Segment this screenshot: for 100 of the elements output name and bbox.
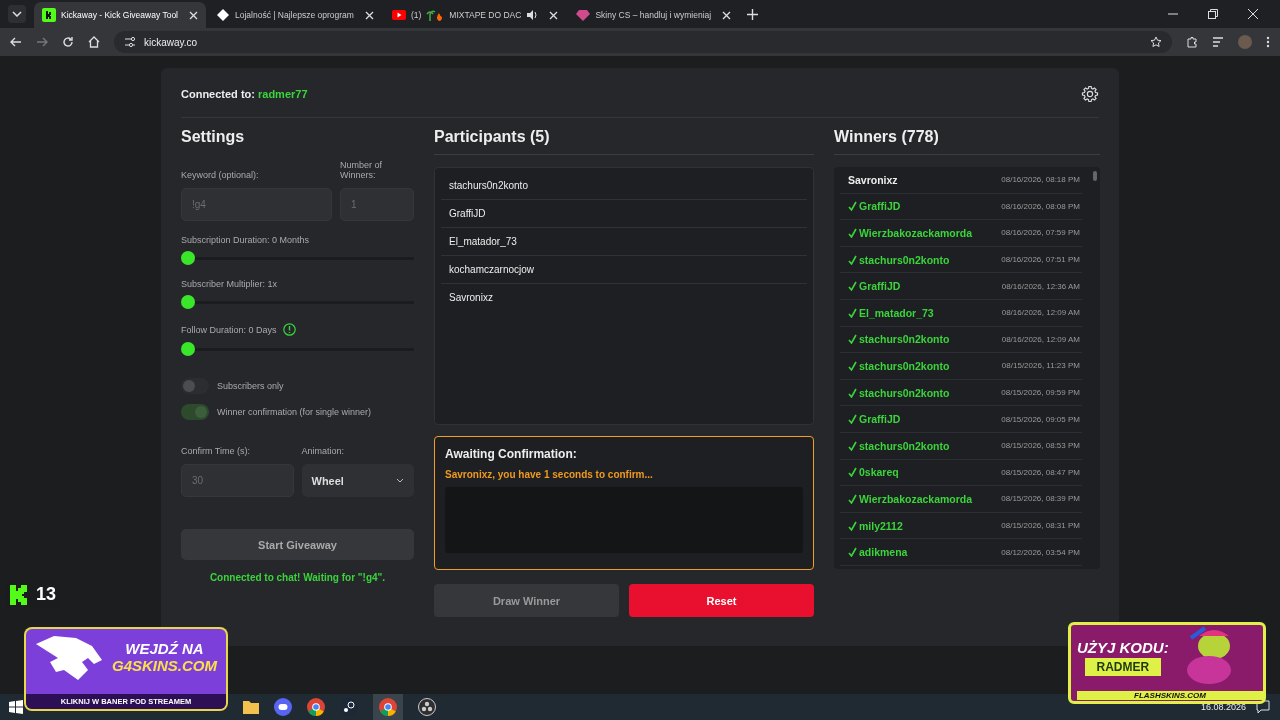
start-giveaway-button[interactable]: Start Giveaway (181, 529, 414, 560)
speaker-icon[interactable] (526, 9, 539, 21)
browser-tab[interactable]: Skiny CS – handluj i wymieniaj (568, 2, 740, 28)
slider-thumb[interactable] (181, 251, 195, 265)
confirm-time-label: Confirm Time (s): (181, 446, 251, 456)
winner-name: stachurs0n2konto (848, 359, 950, 372)
toggle-switch[interactable] (181, 378, 209, 394)
chat-status-text: Connected to chat! Waiting for "!g4". (208, 572, 387, 583)
promo-code: RADMER (1084, 657, 1162, 676)
participant-name: El_matador_73 (441, 228, 807, 256)
keyword-field[interactable]: !g4 (181, 188, 332, 221)
win-timestamp: 08/15/2026, 09:59 PM (1001, 388, 1080, 398)
tab-count-label: (1) (410, 10, 422, 20)
toggle-label: Subscribers only (217, 381, 284, 391)
windows-start-icon[interactable] (9, 700, 23, 714)
winner-name: adikmena (848, 546, 908, 559)
more-icon[interactable] (1266, 36, 1270, 48)
slider-label: Subscription Duration: 0 Months (181, 235, 310, 245)
browser-tab[interactable]: (1) MIXTAPE DO DAC (383, 2, 567, 28)
checkmark-icon (848, 307, 857, 318)
star-icon[interactable] (1150, 36, 1162, 48)
animation-dropdown[interactable]: Wheel (301, 464, 414, 497)
address-field[interactable]: kickaway.co (114, 31, 1172, 53)
folder-icon[interactable] (243, 700, 259, 714)
reset-button[interactable]: Reset (629, 584, 814, 617)
back-arrow-icon[interactable] (10, 36, 22, 48)
checkmark-icon (848, 254, 857, 265)
info-icon[interactable] (282, 323, 296, 336)
panther-head-icon (34, 633, 104, 680)
checkmark-icon (848, 360, 857, 371)
checkmark-icon (848, 201, 857, 212)
browser-tab[interactable]: Kickaway - Kick Giveaway Tool (34, 2, 206, 28)
slider-thumb[interactable] (181, 342, 195, 356)
recorder-icon[interactable] (418, 698, 436, 716)
winners-heading: Winners (778) (834, 128, 1100, 155)
draw-winner-button[interactable]: Draw Winner (434, 584, 619, 617)
taskbar-button[interactable] (373, 694, 403, 720)
slider-label: Follow Duration: 0 Days (181, 324, 277, 335)
participants-heading: Participants (5) (434, 128, 814, 155)
winner-name: Wierzbakozackamorda (848, 492, 973, 505)
win-timestamp: 08/16/2026, 08:18 PM (1001, 175, 1080, 185)
win-timestamp: 08/15/2026, 08:47 PM (1001, 467, 1080, 477)
promo-banner[interactable]: UŻYJ KODU: RADMER FLASHSKINS.COM (1068, 622, 1266, 704)
scrollbar[interactable] (1093, 171, 1097, 181)
game-store-icon[interactable] (340, 698, 358, 716)
participant-name: kochamczarnocjow (441, 256, 807, 284)
browser-icon[interactable] (307, 698, 325, 716)
confirmation-title: Awaiting Confirmation: (445, 447, 578, 461)
toggle-label: Winner confirmation (for single winner) (217, 407, 372, 417)
toggle-switch[interactable] (181, 404, 209, 420)
site-settings-icon[interactable] (124, 36, 136, 48)
win-timestamp: 08/15/2026, 08:53 PM (1001, 441, 1080, 451)
banner-site: G4SKINS.COM (112, 656, 217, 674)
new-tab-icon[interactable] (747, 8, 759, 20)
winner-name: GraffiJD (848, 280, 901, 293)
gem-icon (576, 9, 591, 21)
close-icon[interactable] (1248, 9, 1258, 19)
winner-name: stachurs0n2konto (848, 386, 950, 399)
animation-label: Animation: (301, 446, 346, 456)
forward-arrow-icon[interactable] (36, 36, 48, 48)
checkmark-icon (848, 493, 857, 504)
tab-title: Lojalność | Najlepsze oprogram (235, 10, 354, 20)
winner-name: GraffiJD (848, 200, 901, 213)
win-timestamp: 08/15/2026, 11:23 PM (1001, 361, 1080, 371)
tab-title: MIXTAPE DO DAC (449, 10, 522, 20)
checkmark-icon (848, 387, 857, 398)
banner-headline: UŻYJ KODU: (1077, 638, 1169, 656)
slider-label: Subscriber Multiplier: 1x (181, 279, 278, 289)
chat-app-icon[interactable] (274, 698, 292, 716)
win-timestamp: 08/15/2026, 08:39 PM (1001, 494, 1080, 504)
checkmark-icon (848, 467, 857, 478)
confirm-time-field[interactable]: 30 (181, 464, 294, 497)
browser-icon (379, 698, 397, 716)
palm-fire-icon (426, 9, 445, 21)
confirmation-message: Savronixz, you have 1 seconds to confirm... (445, 469, 654, 480)
restore-icon[interactable] (1208, 9, 1218, 19)
checkmark-icon (848, 414, 857, 425)
winners-count-label: Number of Winners: (340, 160, 384, 180)
connection-label: Connected to: radmer77 (181, 87, 308, 100)
win-timestamp: 08/16/2026, 12:09 AM (1001, 334, 1080, 344)
checkmark-icon (848, 334, 857, 345)
win-timestamp: 08/12/2026, 03:54 PM (1001, 547, 1080, 557)
winner-name: stachurs0n2konto (848, 439, 950, 452)
tab-title: Kickaway - Kick Giveaway Tool (61, 10, 178, 20)
puzzle-icon[interactable] (1186, 36, 1198, 48)
participant-name: stachurs0n2konto (441, 172, 807, 200)
video-play-icon (391, 10, 406, 20)
reload-icon[interactable] (62, 36, 74, 48)
checkmark-icon (848, 547, 857, 558)
win-timestamp: 08/16/2026, 08:08 PM (1001, 201, 1080, 211)
slider-thumb[interactable] (181, 295, 195, 309)
winner-name: Savronixz (848, 173, 898, 186)
settings-icon[interactable] (1081, 84, 1099, 103)
tab-list-button[interactable] (8, 5, 26, 23)
settings-heading: Settings (181, 128, 246, 147)
list-icon[interactable] (1212, 36, 1224, 48)
browser-tab[interactable]: Lojalność | Najlepsze oprogram (208, 2, 382, 28)
win-timestamp: 08/16/2026, 12:09 AM (1001, 308, 1080, 318)
home-icon[interactable] (88, 36, 100, 48)
participant-name: Savronixz (448, 291, 494, 305)
